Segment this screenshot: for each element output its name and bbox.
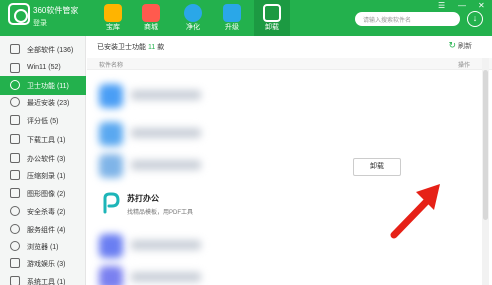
- sidebar-item-label: 评分低 (5): [27, 118, 59, 125]
- column-name-header: 软件名称: [99, 63, 124, 69]
- gamepad-icon: [10, 258, 20, 268]
- sidebar-item-download-tools[interactable]: 下载工具 (1): [0, 130, 86, 149]
- nav-upgrade-label: 升级: [225, 24, 239, 31]
- nav-mall-label: 商城: [144, 24, 158, 31]
- sidebar-item-label: Win11 (52): [27, 64, 61, 71]
- clean-icon: [184, 4, 202, 22]
- tools-icon: [10, 276, 20, 285]
- column-action-header: 操作: [457, 63, 470, 69]
- store-icon: [104, 4, 122, 22]
- minimize-button[interactable]: —: [458, 1, 466, 10]
- gear-icon: [10, 224, 20, 234]
- nav-store[interactable]: 宝库: [95, 0, 131, 36]
- blurred-text: [131, 272, 201, 282]
- sidebar-item-graphics[interactable]: 图形图像 (2): [0, 184, 86, 203]
- sidebar-item-label: 图形图像 (2): [27, 191, 66, 198]
- sidebar-item-label: 安全杀毒 (2): [27, 209, 66, 216]
- list-item: [87, 258, 480, 285]
- refresh-icon: ↻: [448, 40, 456, 50]
- summary-count: 11: [147, 44, 156, 51]
- nav-uninstall-label: 卸载: [265, 24, 279, 31]
- sidebar-item-label: 浏览器 (1): [27, 244, 59, 251]
- app-icon: [99, 84, 123, 108]
- windows-icon: [10, 63, 20, 73]
- blurred-text: [131, 90, 201, 100]
- app-icon: [99, 122, 123, 146]
- heart-icon: [10, 80, 20, 90]
- sidebar-item-label: 下载工具 (1): [27, 137, 66, 144]
- upgrade-icon: [223, 4, 241, 22]
- shield-icon: [10, 206, 20, 216]
- sidebar-item-low-rating[interactable]: 评分低 (5): [0, 111, 86, 130]
- sidebar-item-games[interactable]: 游戏娱乐 (3): [0, 254, 86, 273]
- app-logo-icon: [8, 3, 30, 25]
- sidebar-item-label: 卫士功能 (11): [27, 83, 69, 90]
- uninstall-button[interactable]: 卸载: [353, 158, 401, 176]
- grid-icon: [10, 44, 20, 54]
- download-manager-button[interactable]: ↓: [467, 11, 483, 27]
- refresh-button[interactable]: ↻ 刷新: [448, 40, 472, 51]
- download-icon: [10, 134, 20, 144]
- app-name: 苏打办公: [127, 194, 159, 203]
- app-description: 找精品模板，用PDF工具: [127, 210, 194, 216]
- sidebar-item-compress[interactable]: 压缩刻录 (1): [0, 166, 86, 185]
- nav-clean-label: 净化: [186, 24, 200, 31]
- installed-summary: 已安装卫士功能 11 款: [97, 42, 164, 52]
- sidebar-item-label: 服务组件 (4): [27, 227, 66, 234]
- list-item: [87, 76, 480, 116]
- mall-icon: [142, 4, 160, 22]
- app-icon: [99, 154, 123, 178]
- nav-uninstall[interactable]: 卸载: [254, 0, 290, 36]
- sidebar-item-label: 最近安装 (23): [27, 100, 70, 107]
- briefcase-icon: [10, 153, 20, 163]
- table-header: 软件名称 操作: [87, 58, 492, 70]
- sidebar-item-security[interactable]: 安全杀毒 (2): [0, 202, 86, 221]
- sidebar: 全部软件 (136) Win11 (52) 卫士功能 (11) 最近安装 (23…: [0, 36, 86, 285]
- sidebar-item-label: 游戏娱乐 (3): [27, 261, 66, 268]
- clock-icon: [10, 97, 20, 107]
- main-panel: 已安装卫士功能 11 款 ↻ 刷新 软件名称 操作 苏打办公 找精品模板，用PDF…: [87, 36, 492, 285]
- globe-icon: [10, 241, 20, 251]
- rating-icon: [10, 115, 20, 125]
- app-icon: [99, 266, 123, 285]
- image-icon: [10, 188, 20, 198]
- sidebar-item-all[interactable]: 全部软件 (136): [0, 40, 86, 59]
- sidebar-item-label: 压缩刻录 (1): [27, 173, 66, 180]
- sidebar-item-system-tools[interactable]: 系统工具 (1): [0, 272, 86, 285]
- nav-clean[interactable]: 净化: [175, 0, 211, 36]
- menu-button[interactable]: ☰: [438, 1, 445, 10]
- blurred-text: [131, 160, 201, 170]
- trash-icon: [263, 4, 281, 22]
- sudoffice-logo-icon: [99, 191, 123, 215]
- summary-suffix: 款: [157, 44, 165, 51]
- archive-icon: [10, 170, 20, 180]
- app-title: 360软件管家: [33, 6, 79, 15]
- sidebar-item-recent[interactable]: 最近安装 (23): [0, 93, 86, 112]
- close-button[interactable]: ✕: [478, 1, 485, 10]
- login-link[interactable]: 登录: [33, 18, 47, 28]
- nav-mall[interactable]: 商城: [133, 0, 169, 36]
- sidebar-item-label: 系统工具 (1): [27, 279, 66, 285]
- blurred-text: [131, 240, 201, 250]
- title-bar: 360软件管家 登录 宝库 商城 净化 升级 卸载 ☰ — ✕ 请输入搜索软件名…: [0, 0, 492, 36]
- summary-prefix: 已安装卫士功能: [97, 44, 146, 51]
- nav-upgrade[interactable]: 升级: [214, 0, 250, 36]
- sidebar-item-label: 全部软件 (136): [27, 47, 74, 54]
- scrollbar-thumb[interactable]: [483, 70, 488, 220]
- sidebar-item-label: 办公软件 (3): [27, 156, 66, 163]
- search-input[interactable]: 请输入搜索软件名: [355, 12, 460, 26]
- blurred-text: [131, 128, 201, 138]
- app-icon: [99, 234, 123, 258]
- nav-store-label: 宝库: [106, 24, 120, 31]
- refresh-label: 刷新: [458, 43, 472, 50]
- red-arrow-annotation: [390, 184, 440, 239]
